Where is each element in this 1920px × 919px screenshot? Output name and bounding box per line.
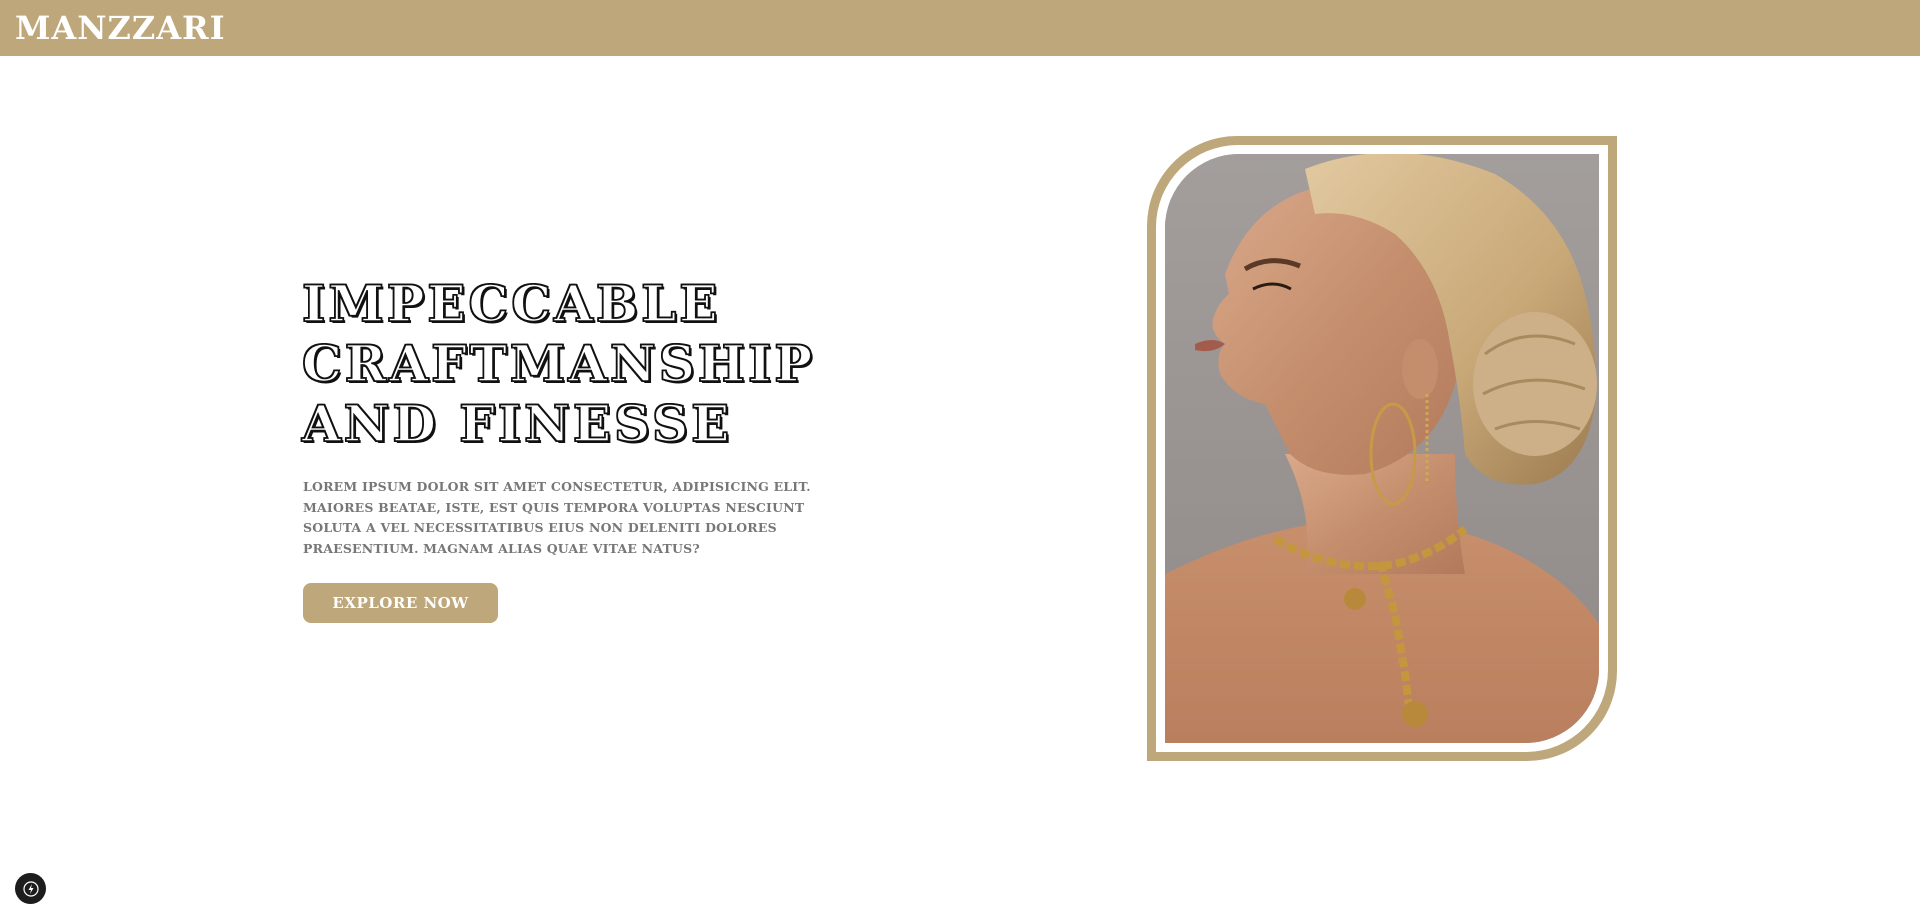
brand-logo[interactable]: MANZZARI <box>15 8 226 48</box>
lightning-bolt-glyph <box>22 880 39 897</box>
jewelry-model-photo <box>1165 154 1599 743</box>
top-navbar: MANZZARI <box>0 0 1920 56</box>
hero-title: IMPECCABLE CRAFTMANSHIP AND FINESSE <box>301 273 816 454</box>
hero-description: Lorem ipsum dolor sit amet consectetur, … <box>303 479 811 556</box>
lightning-bolt-icon[interactable] <box>15 873 46 904</box>
hero-image-frame-inner <box>1156 145 1608 752</box>
hero-image-frame <box>1147 136 1617 761</box>
explore-now-button[interactable]: EXPLORE NOW <box>303 583 498 623</box>
